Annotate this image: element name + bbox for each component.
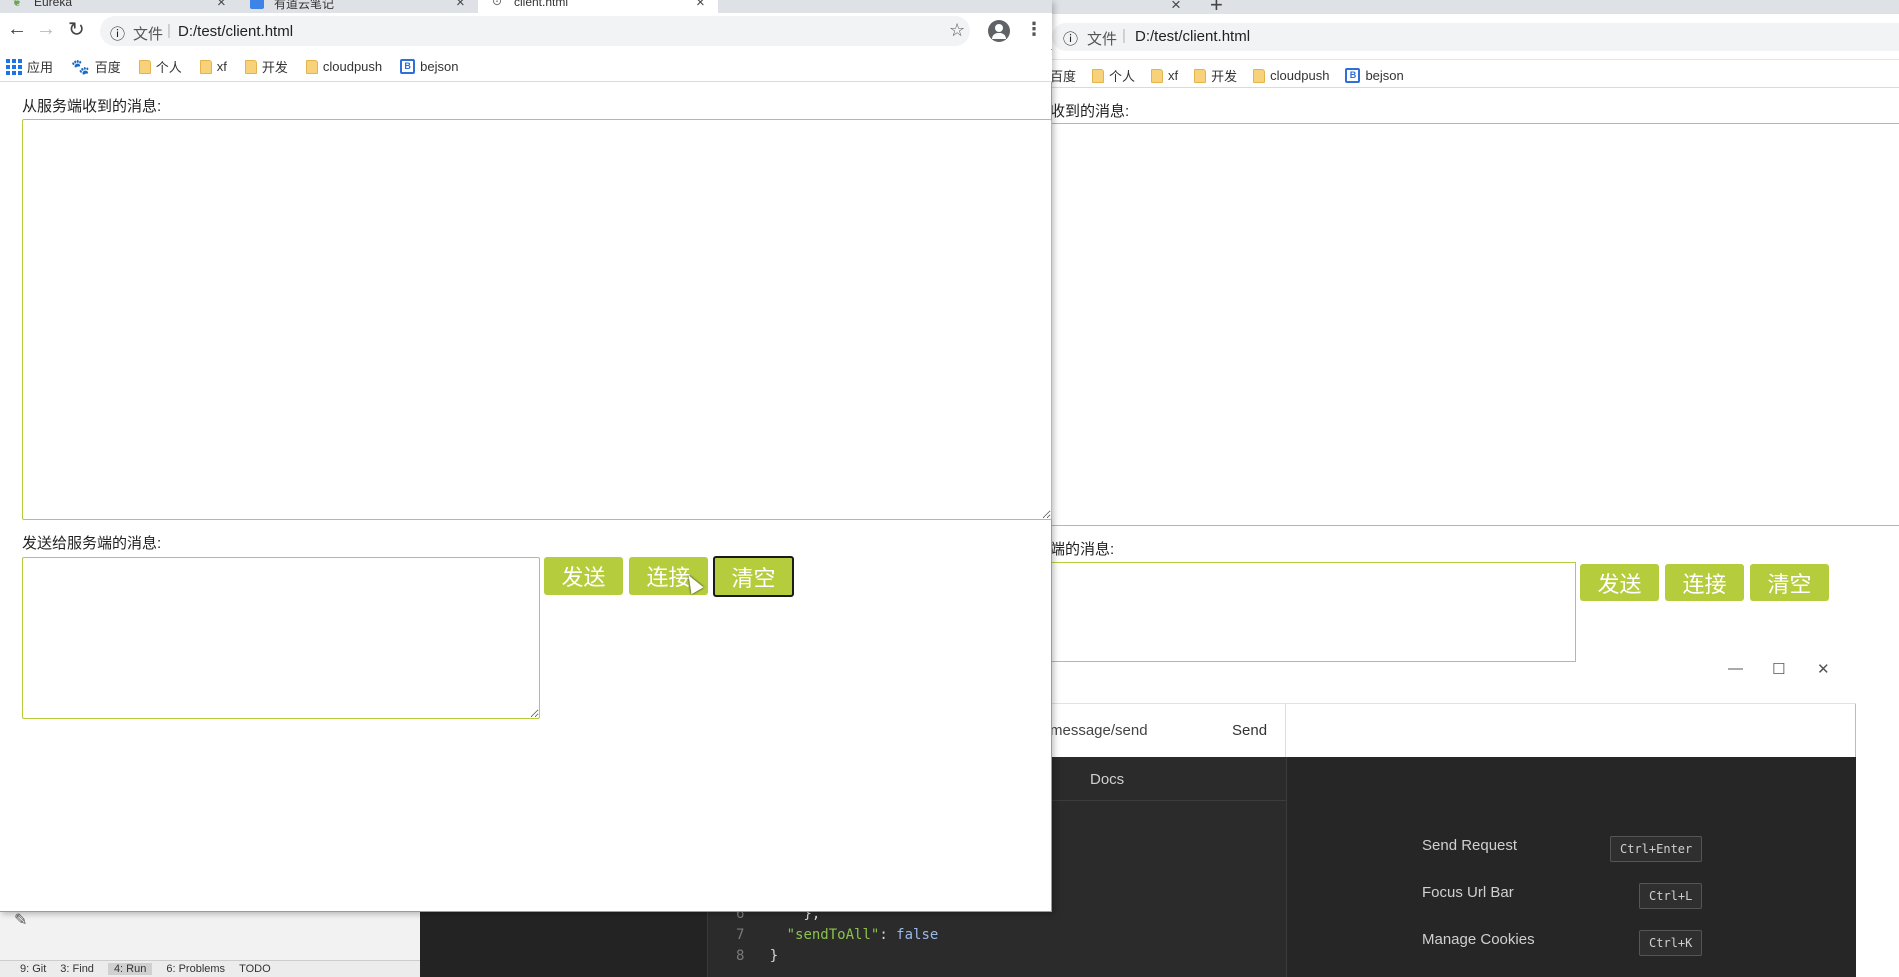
note-icon [250,0,264,9]
ide-tab-find[interactable]: 3: Find [60,963,94,975]
shortcut-label: Manage Cookies [1422,931,1535,948]
bookmark-baidu[interactable]: 🐾 百度 [71,57,121,76]
bookmarks-bar: 应用 🐾 百度 个人 xf 开发 cloudpush B bejson [0,50,1052,82]
bookmark-dev[interactable]: 开发 [1194,66,1237,85]
bookmark-personal[interactable]: 个人 [138,57,182,76]
shortcut-key: Ctrl+L [1639,883,1703,909]
separator: | [1122,27,1126,44]
bookmark-baidu[interactable]: 百度 [1050,66,1076,85]
back-icon[interactable]: ← [7,18,27,41]
url-text[interactable]: D:/test/client.html [1135,28,1250,45]
bookmark-apps[interactable]: 应用 [6,57,53,76]
send-button[interactable]: 发送 [1580,564,1659,601]
folder-icon [1092,68,1105,83]
received-textarea[interactable] [22,119,1052,520]
security-label: 文件 [1087,31,1118,48]
minimize-icon[interactable]: — [1728,660,1743,677]
bookmark-dev[interactable]: 开发 [244,57,288,76]
tab-youdao[interactable]: 有道云笔记 × [250,0,472,13]
shortcut-key: Ctrl+K [1639,930,1703,956]
bookmark-xf[interactable]: xf [1151,66,1178,85]
reload-icon[interactable]: ↻ [68,17,85,42]
api-response-pane [1286,757,1856,977]
shortcut-label: Focus Url Bar [1422,884,1514,901]
info-icon[interactable]: ⓘ [110,23,125,44]
baidu-paw-icon: 🐾 [71,58,90,76]
security-label: 文件 [133,26,164,43]
code-line: 8 } [736,948,779,964]
globe-icon: ⊙ [492,0,503,8]
bookmark-personal[interactable]: 个人 [1092,66,1135,85]
bookmark-cloudpush[interactable]: cloudpush [1253,66,1329,85]
tab-docs[interactable]: Docs [1090,771,1124,788]
received-label: 收到的消息: [1050,103,1130,120]
star-icon[interactable]: ☆ [949,20,965,41]
code-line: 7 "sendToAll": false [736,927,939,943]
ide-tab-git[interactable]: 9: Git [20,963,46,975]
tab-eureka[interactable]: ❦ Eureka × [12,0,234,13]
bookmark-cloudpush[interactable]: cloudpush [305,57,382,76]
info-icon[interactable]: ⓘ [1063,28,1078,49]
tab-client-html[interactable]: ⊙ client.html × [478,0,718,13]
folder-icon [1253,68,1266,83]
maximize-icon[interactable]: ☐ [1772,660,1785,678]
menu-kebab-icon[interactable]: ⋮ [1025,19,1043,40]
close-icon[interactable]: ✕ [1817,660,1830,678]
shortcut-key: Ctrl+Enter [1610,836,1703,862]
tab-close-icon[interactable]: × [696,0,705,11]
separator: | [167,22,171,39]
send-label: 端的消息: [1050,541,1115,558]
send-button[interactable]: 发送 [544,557,623,595]
divider [1285,704,1286,757]
folder-icon [1151,68,1164,83]
bookmark-bejson[interactable]: B bejson [400,57,458,76]
clear-button[interactable]: 清空 [1750,564,1829,601]
bookmarks-bar: 百度 个人 xf 开发 cloudpush Bbejson [1050,60,1899,88]
tab-close-icon[interactable]: × [456,0,465,11]
url-text[interactable]: D:/test/client.html [178,23,293,40]
shortcut-label: Send Request [1422,837,1518,854]
ide-tab-run[interactable]: 4: Run [107,963,153,975]
pin-icon[interactable]: ✎ [14,910,27,930]
apps-grid-icon [6,58,22,75]
received-textarea[interactable] [1050,123,1899,526]
account-icon[interactable] [988,20,1010,42]
send-textarea[interactable] [22,557,540,719]
folder-icon [1194,68,1207,83]
folder-icon [244,59,257,74]
ide-status-bar: 9: Git 3: Find 4: Run 6: Problems TODO [0,960,430,977]
tab-close-icon[interactable]: × [1171,0,1181,15]
send-textarea[interactable] [1050,562,1576,662]
folder-icon [305,59,318,74]
ide-tab-todo[interactable]: TODO [239,963,271,975]
folder-icon [199,59,212,74]
received-label: 从服务端收到的消息: [22,98,162,115]
bejson-icon: B [400,59,416,74]
leaf-icon: ❦ [12,0,23,9]
ide-tab-problems[interactable]: 6: Problems [166,963,225,975]
send-label: 发送给服务端的消息: [22,535,162,552]
connect-button[interactable]: 连接 [1665,564,1744,601]
api-url-field[interactable]: message/send [1050,722,1148,739]
bookmark-xf[interactable]: xf [199,57,227,76]
bookmark-bejson[interactable]: Bbejson [1345,66,1404,85]
tab-close-icon[interactable]: × [217,0,226,11]
folder-icon [138,59,151,74]
forward-icon[interactable]: → [36,18,56,41]
bejson-icon: B [1345,68,1361,83]
tab-strip: ❦ Eureka × 有道云笔记 × ⊙ client.html × [0,0,1052,13]
clear-button[interactable]: 清空 [713,556,794,597]
api-send-button[interactable]: Send [1232,722,1267,739]
